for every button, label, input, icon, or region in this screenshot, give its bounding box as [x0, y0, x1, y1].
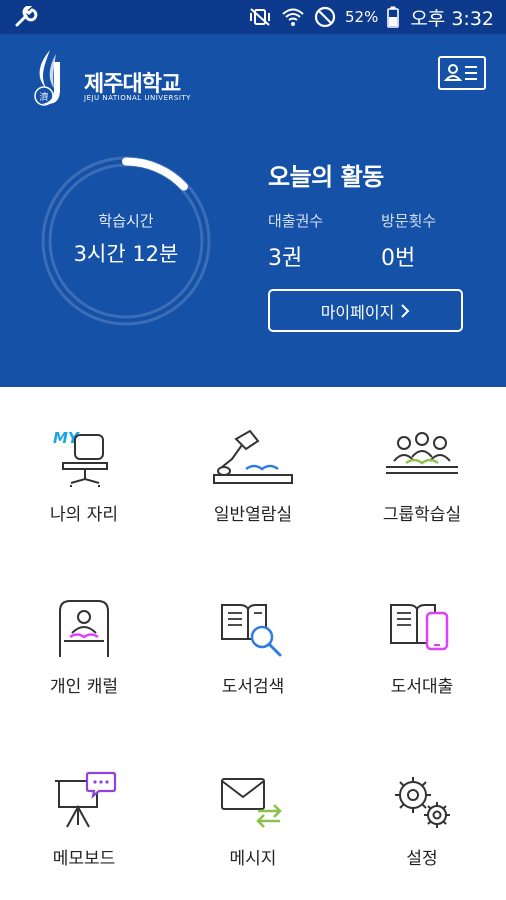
- university-logo[interactable]: 濟 제주대학교 JEJU NATIONAL UNIVERSITY: [28, 44, 208, 120]
- menu-item-memo-board[interactable]: 메모보드: [0, 731, 168, 891]
- book-loan-icon: [390, 604, 449, 651]
- message-icon: [221, 778, 282, 828]
- menu-item-message[interactable]: 메시지: [169, 731, 337, 891]
- menu-item-my-seat[interactable]: MY 나의 자리: [0, 387, 168, 547]
- menu-label-settings: 설정: [406, 849, 438, 869]
- mypage-button[interactable]: 마이페이지: [268, 289, 463, 332]
- visits-value: 0번: [381, 246, 416, 271]
- battery-icon: [387, 6, 400, 28]
- menu-label-reading-room: 일반열람실: [213, 505, 293, 525]
- svg-text:濟: 濟: [39, 91, 48, 103]
- wrench-icon: [15, 6, 38, 27]
- chevron-right-icon: [401, 303, 410, 318]
- visits-label: 방문횟수: [381, 212, 437, 230]
- my-seat-icon: MY: [53, 429, 108, 487]
- id-card-icon: [443, 64, 477, 81]
- menu-item-book-loan[interactable]: 도서대출: [338, 559, 506, 719]
- menu-label-carrel: 개인 캐럴: [50, 677, 118, 697]
- study-progress-arc: [122, 157, 188, 191]
- reading-room-icon: [213, 429, 293, 484]
- menu-label-my-seat: 나의 자리: [50, 505, 118, 525]
- battery-percent: 52%: [344, 8, 379, 26]
- mypage-label: 마이페이지: [320, 302, 395, 322]
- menu-label-memo-board: 메모보드: [52, 849, 116, 869]
- wifi-icon: [282, 8, 304, 26]
- study-time-value: 3시간 12분: [73, 242, 179, 266]
- vibrate-mute-icon: [249, 8, 270, 26]
- menu-label-group-study: 그룹학습실: [382, 505, 462, 525]
- menu-item-group-study[interactable]: 그룹학습실: [338, 387, 506, 547]
- logo-subtext: JEJU NATIONAL UNIVERSITY: [84, 94, 191, 102]
- clock: 오후 3:32: [410, 7, 494, 30]
- id-card-button[interactable]: [438, 56, 486, 90]
- status-bar: 52% 오후 3:32: [0, 0, 506, 34]
- menu-item-settings[interactable]: 설정: [338, 731, 506, 891]
- hero-panel: 濟 제주대학교 JEJU NATIONAL UNIVERSITY 학습시간 3시…: [0, 34, 506, 387]
- do-not-disturb-icon: [314, 6, 336, 28]
- carrel-icon: [59, 600, 109, 657]
- menu-grid: MY 나의 자리 일반열람실 그룹학습실 개인 캐럴 도서검색 도서대출 메모보…: [0, 387, 506, 900]
- loans-label: 대출권수: [268, 212, 324, 230]
- study-time-label: 학습시간: [98, 212, 154, 230]
- menu-item-book-search[interactable]: 도서검색: [169, 559, 337, 719]
- menu-label-book-search: 도서검색: [221, 677, 285, 697]
- book-search-icon: [221, 604, 282, 657]
- menu-label-message: 메시지: [229, 849, 277, 869]
- logo-emblem-icon: 濟: [34, 50, 60, 106]
- menu-item-carrel[interactable]: 개인 캐럴: [0, 559, 168, 719]
- menu-item-reading-room[interactable]: 일반열람실: [169, 387, 337, 547]
- group-study-icon: [386, 432, 458, 474]
- svg-text:MY: MY: [53, 429, 81, 447]
- activity-title: 오늘의 활동: [268, 163, 384, 191]
- status-icons: 52% 오후 3:32: [248, 0, 494, 34]
- menu-label-book-loan: 도서대출: [390, 677, 454, 697]
- memo-board-icon: [55, 771, 117, 828]
- settings-icon: [395, 777, 450, 828]
- loans-value: 3권: [268, 246, 303, 271]
